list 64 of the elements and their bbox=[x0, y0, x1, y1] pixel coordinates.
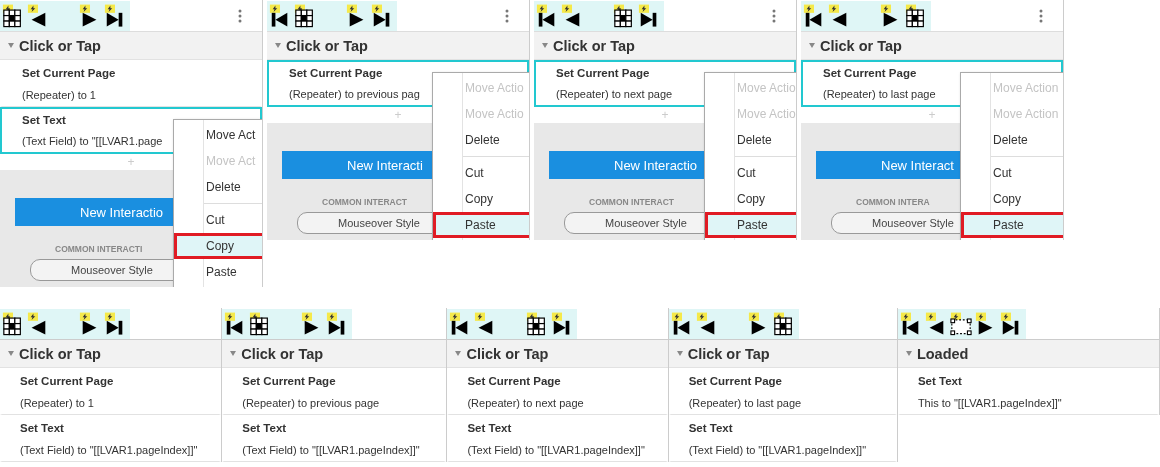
menu-item[interactable]: Delete bbox=[174, 174, 262, 200]
event-header[interactable]: Click or Tap bbox=[222, 340, 447, 368]
caret-icon bbox=[542, 43, 548, 48]
grid-icon[interactable] bbox=[294, 3, 316, 29]
caret-icon bbox=[230, 351, 237, 356]
more-icon[interactable] bbox=[238, 8, 242, 23]
action-item[interactable]: Set Current Page (Repeater) to 1 bbox=[0, 368, 222, 415]
menu-item[interactable]: Copy bbox=[433, 186, 529, 212]
caret-icon bbox=[455, 351, 462, 356]
section-label: COMMON INTERACTI bbox=[55, 244, 143, 254]
menu-item[interactable]: Delete bbox=[961, 127, 1063, 153]
event-header[interactable]: Loaded bbox=[897, 340, 1159, 368]
action-item[interactable]: Set Text (Text Field) to "[[LVAR1.pageIndex]]" bbox=[668, 415, 897, 462]
event-name: Click or Tap bbox=[687, 345, 770, 362]
caret-icon bbox=[905, 351, 912, 356]
action-item[interactable]: Set Text This to "[[LVAR1.pageIndex]]" bbox=[897, 368, 1159, 415]
event-header[interactable]: Click or Tap bbox=[0, 340, 222, 368]
event-name: Click or Tap bbox=[19, 345, 101, 362]
action-item[interactable]: Set Text (Text Field) to "[[LVAR1.pageIndex]]" bbox=[0, 415, 222, 462]
section-label: COMMON INTERA bbox=[856, 197, 930, 207]
action-item[interactable]: Set Text (Text Field) to "[[LVAR1.pageIndex]]" bbox=[222, 415, 447, 462]
action-item[interactable]: Set Current Page (Repeater) to previous page bbox=[222, 368, 447, 415]
action-item[interactable]: Set Current Page (Repeater) to next page bbox=[447, 368, 668, 415]
caret-icon bbox=[676, 351, 683, 356]
section-label: COMMON INTERACT bbox=[322, 197, 407, 207]
grid-icon[interactable] bbox=[772, 311, 795, 337]
menu-item[interactable]: Paste bbox=[705, 212, 796, 238]
more-icon[interactable] bbox=[1039, 8, 1043, 23]
event-name: Click or Tap bbox=[466, 345, 549, 362]
menu-item[interactable]: Move Act bbox=[174, 122, 262, 148]
grid-icon[interactable] bbox=[2, 311, 24, 337]
grid-icon[interactable] bbox=[905, 3, 927, 29]
event-header[interactable]: Click or Tap bbox=[0, 32, 262, 60]
event-name: Click or Tap bbox=[553, 37, 635, 54]
section-label: COMMON INTERACT bbox=[589, 197, 674, 207]
menu-item[interactable]: Copy bbox=[961, 186, 1063, 212]
more-icon[interactable] bbox=[772, 8, 776, 23]
event-name: Loaded bbox=[916, 345, 969, 362]
event-header[interactable]: Click or Tap bbox=[534, 32, 796, 60]
menu-item[interactable]: Paste bbox=[961, 212, 1063, 238]
menu-item[interactable]: Delete bbox=[705, 127, 796, 153]
menu-item[interactable]: Delete bbox=[433, 127, 529, 153]
event-name: Click or Tap bbox=[19, 37, 101, 54]
caret-icon bbox=[8, 351, 14, 356]
event-header[interactable]: Click or Tap bbox=[801, 32, 1063, 60]
action-item[interactable]: Set Current Page (Repeater) to last page bbox=[668, 368, 897, 415]
menu-item[interactable]: Paste bbox=[433, 212, 529, 238]
action-item[interactable]: Set Current Page (Repeater) to 1 bbox=[0, 60, 262, 107]
caret-icon bbox=[8, 43, 14, 48]
grid-icon[interactable] bbox=[613, 3, 635, 29]
caret-icon bbox=[809, 43, 815, 48]
menu-item[interactable]: Copy bbox=[174, 233, 262, 259]
dashed-grid-icon[interactable] bbox=[949, 311, 972, 337]
event-header[interactable]: Click or Tap bbox=[267, 32, 529, 60]
event-header[interactable]: Click or Tap bbox=[668, 340, 897, 368]
event-name: Click or Tap bbox=[820, 37, 902, 54]
event-header[interactable]: Click or Tap bbox=[447, 340, 668, 368]
event-name: Click or Tap bbox=[286, 37, 368, 54]
more-icon[interactable] bbox=[505, 8, 509, 23]
caret-icon bbox=[275, 43, 281, 48]
grid-icon[interactable] bbox=[2, 3, 24, 29]
event-name: Click or Tap bbox=[241, 345, 324, 362]
action-item[interactable]: Set Text (Text Field) to "[[LVAR1.pageIndex]]" bbox=[447, 415, 668, 462]
menu-item[interactable]: Copy bbox=[705, 186, 796, 212]
